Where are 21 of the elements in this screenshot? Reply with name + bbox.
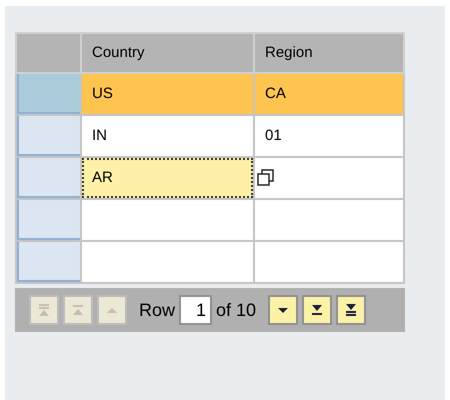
table-cell: IN: [81, 115, 254, 157]
table-cell: 01: [254, 115, 404, 157]
page-down-button[interactable]: [302, 295, 332, 325]
row-selector[interactable]: [17, 158, 80, 198]
value-help-icon[interactable]: [257, 169, 275, 187]
row-label: Row: [139, 298, 176, 322]
next-row-button[interactable]: [268, 295, 298, 325]
row-total: of 10: [216, 298, 256, 322]
column-header[interactable]: Region: [254, 33, 404, 73]
row-selector[interactable]: [17, 116, 80, 156]
row-selector[interactable]: [17, 242, 80, 282]
table-cell: US: [81, 73, 254, 115]
table-cell: CA: [254, 73, 404, 115]
row-selector[interactable]: [17, 74, 80, 114]
page-up-icon: [70, 302, 86, 318]
first-page-icon: [36, 302, 52, 318]
row-input[interactable]: 1: [179, 295, 212, 325]
row-selector[interactable]: [17, 200, 80, 240]
table-cell: AR: [81, 157, 254, 199]
column-header[interactable]: Country: [81, 33, 254, 73]
last-page-button[interactable]: [336, 295, 366, 325]
